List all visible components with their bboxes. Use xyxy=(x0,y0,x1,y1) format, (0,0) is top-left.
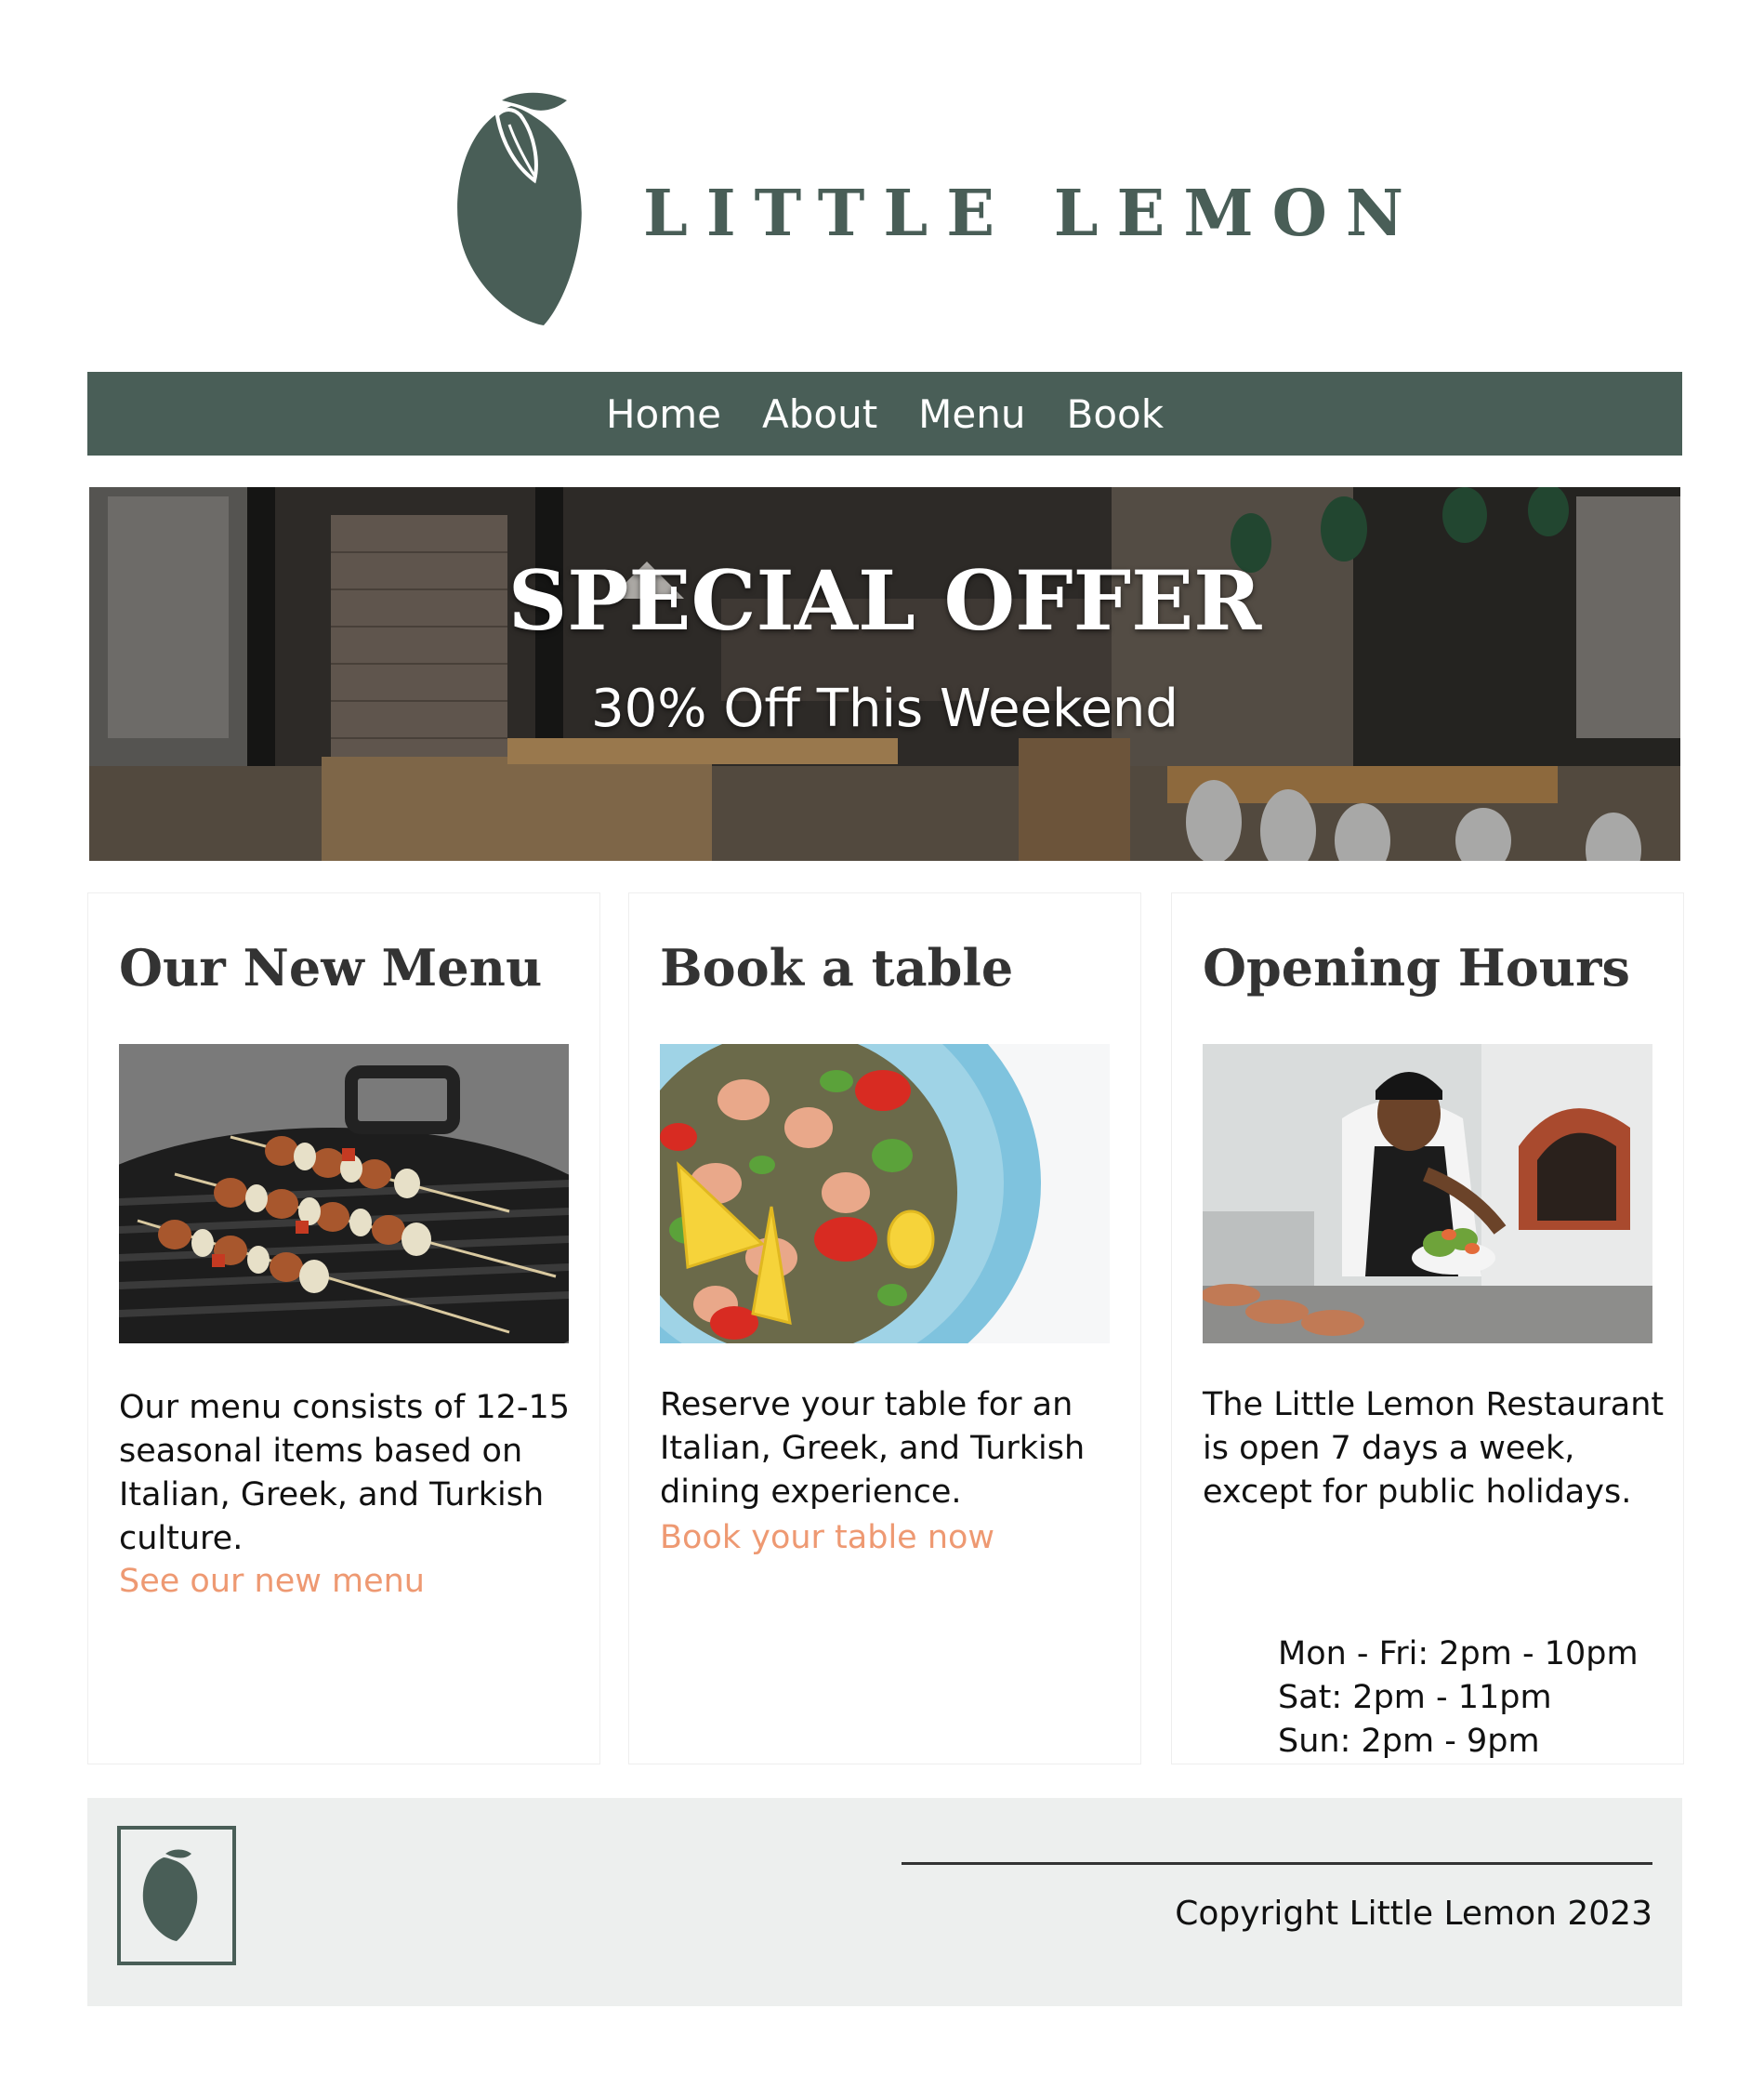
hours-saturday: Sat: 2pm - 11pm xyxy=(1278,1679,1552,1716)
card-description: The Little Lemon Restaurant is open 7 da… xyxy=(1203,1386,1665,1511)
main-nav: Home About Menu Book xyxy=(87,372,1682,456)
salad-image xyxy=(660,1044,1110,1343)
hero-subtitle: 30% Off This Weekend xyxy=(591,679,1178,739)
restaurant-interior-image xyxy=(89,487,1680,861)
hours-weekday: Mon - Fri: 2pm - 10pm xyxy=(1278,1635,1639,1672)
see-menu-link[interactable]: See our new menu xyxy=(119,1563,425,1600)
kebab-image xyxy=(119,1044,569,1343)
site-logo[interactable]: LITTLE LEMON xyxy=(446,87,1403,329)
nav-book-link[interactable]: Book xyxy=(1067,391,1165,437)
card-book-table: Book a table Reserve your table for an I… xyxy=(628,892,1141,1764)
card-new-menu: Our New Menu Our menu consists of 12-15 … xyxy=(87,892,600,1764)
footer-divider xyxy=(902,1862,1652,1865)
card-title: Our New Menu xyxy=(119,938,543,998)
book-table-link[interactable]: Book your table now xyxy=(660,1519,994,1556)
logo-wordmark: LITTLE LEMON xyxy=(643,177,1423,251)
footer-lemon-logo[interactable] xyxy=(117,1826,240,1967)
site-footer: Copyright Little Lemon 2023 xyxy=(87,1798,1682,2006)
nav-home-link[interactable]: Home xyxy=(606,391,721,437)
lemon-icon xyxy=(457,92,582,325)
chef-image xyxy=(1203,1044,1652,1343)
card-title: Book a table xyxy=(660,938,1014,998)
card-title: Opening Hours xyxy=(1203,938,1630,998)
card-description: Our menu consists of 12-15 seasonal item… xyxy=(119,1389,571,1557)
nav-menu-link[interactable]: Menu xyxy=(918,391,1025,437)
opening-hours-list: Mon - Fri: 2pm - 10pm Sat: 2pm - 11pm Su… xyxy=(1278,1632,1639,1764)
hours-sunday: Sun: 2pm - 9pm xyxy=(1278,1723,1540,1760)
nav-about-link[interactable]: About xyxy=(762,391,877,437)
hero-title: SPECIAL OFFER xyxy=(507,552,1262,649)
copyright-text: Copyright Little Lemon 2023 xyxy=(1175,1895,1652,1933)
card-description: Reserve your table for an Italian, Greek… xyxy=(660,1386,1086,1511)
hero-banner: SPECIAL OFFER 30% Off This Weekend xyxy=(89,487,1680,861)
card-opening-hours: Opening Hours The Little Lemon Restauran… xyxy=(1171,892,1684,1764)
